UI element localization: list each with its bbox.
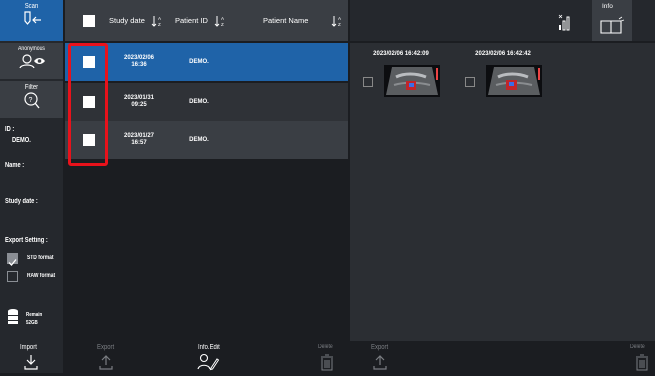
study-date: 2023/02/06: [123, 55, 155, 61]
patient-id-cell: DEMO.: [189, 58, 209, 65]
image-thumbnail[interactable]: 2023/02/06 16:42:09: [351, 43, 451, 105]
anonymous-person-eye-icon: [0, 52, 63, 70]
storage-database-icon: [7, 308, 19, 331]
ultrasound-image: [486, 65, 542, 97]
anonymous-button[interactable]: Anonymous: [0, 43, 63, 79]
svg-text:Z: Z: [338, 22, 341, 27]
export-setting-label: Export Setting :: [5, 237, 48, 244]
search-icon: ?: [0, 91, 63, 111]
sort-az-icon[interactable]: AZ: [151, 14, 163, 27]
scan-button[interactable]: Scan: [0, 0, 63, 41]
delete-label: Delete: [318, 344, 333, 350]
raw-format-label: RAW format: [27, 273, 56, 279]
sort-az-icon[interactable]: AZ: [214, 14, 226, 27]
svg-text:A: A: [338, 16, 341, 21]
patient-id-cell: DEMO.: [189, 136, 209, 143]
delete-images-label: Delete: [630, 344, 645, 350]
id-label: ID :: [5, 126, 15, 133]
book-icon: [599, 16, 625, 41]
check-icon: [8, 259, 17, 266]
patient-name-cell: [229, 83, 344, 121]
study-time: 09:25: [131, 102, 147, 108]
signal-bars-icon[interactable]: [558, 13, 574, 36]
remain-value: 52GB: [26, 320, 38, 326]
delete-button[interactable]: Delete: [310, 341, 346, 373]
thumbnail-checkbox[interactable]: [363, 77, 373, 87]
filter-button[interactable]: Filter ?: [0, 81, 63, 118]
table-empty-area: [65, 159, 348, 341]
svg-text:A: A: [221, 16, 224, 21]
study-time: 16:57: [131, 140, 147, 146]
thumbnail-timestamp: 2023/02/06 16:42:09: [373, 51, 429, 57]
import-arrow-icon: [23, 354, 39, 375]
sort-az-icon[interactable]: AZ: [331, 14, 343, 27]
patient-id-cell: DEMO.: [189, 98, 209, 105]
info-edit-button[interactable]: Info.Edit: [190, 341, 240, 373]
name-label: Name :: [5, 162, 25, 169]
study-date-cell: 2023/01/27 16:57: [109, 121, 169, 159]
left-sidebar: Scan Anonymous Filter ? ID : DEMO. Name …: [0, 0, 63, 341]
std-format-checkbox[interactable]: [7, 253, 18, 266]
svg-text:?: ?: [28, 97, 32, 104]
header-patient-id[interactable]: Patient ID: [175, 0, 208, 41]
select-all-checkbox[interactable]: [83, 15, 95, 27]
export-images-button[interactable]: Export: [368, 341, 408, 373]
export-arrow-icon: [372, 354, 388, 375]
svg-text:Z: Z: [158, 22, 161, 27]
info-button[interactable]: Info: [592, 0, 632, 41]
raw-format-checkbox[interactable]: [7, 271, 18, 282]
std-format-label: STD format: [27, 255, 54, 261]
info-edit-label: Info.Edit: [198, 344, 220, 351]
patient-name-cell: [229, 121, 344, 159]
study-date: 2023/01/27: [123, 133, 155, 139]
export-button[interactable]: Export: [95, 341, 135, 373]
import-label: Import: [20, 344, 37, 351]
info-label: Info: [602, 3, 613, 10]
scan-label: Scan: [24, 3, 39, 10]
ultrasound-image: [384, 65, 440, 97]
import-button[interactable]: Import: [0, 341, 63, 373]
delete-images-button[interactable]: Delete: [620, 341, 655, 373]
study-time: 16:36: [131, 62, 147, 68]
patient-name-cell: [229, 43, 344, 81]
study-date-label: Study date :: [5, 198, 38, 205]
study-date: 2023/01/31: [123, 95, 155, 101]
export-label: Export: [97, 344, 115, 351]
probe-arrow-icon: [0, 10, 63, 28]
svg-text:A: A: [158, 16, 161, 21]
filter-label: Filter: [24, 84, 39, 91]
anonymous-label: Anonymous: [18, 46, 45, 52]
study-date-cell: 2023/02/06 16:36: [109, 43, 169, 81]
image-thumbnail[interactable]: 2023/02/06 16:42:42: [453, 43, 553, 105]
remain-label: Remain: [26, 312, 43, 318]
svg-text:Z: Z: [221, 22, 224, 27]
header-study-date[interactable]: Study date: [109, 0, 145, 41]
thumbnail-timestamp: 2023/02/06 16:42:42: [475, 51, 531, 57]
export-images-label: Export: [371, 344, 389, 351]
id-value: DEMO.: [12, 137, 31, 144]
checkbox-highlight: [68, 43, 108, 166]
header-patient-name[interactable]: Patient Name: [263, 0, 308, 41]
study-date-cell: 2023/01/31 09:25: [109, 83, 169, 121]
thumbnail-checkbox[interactable]: [465, 77, 475, 87]
export-arrow-icon: [98, 354, 114, 375]
study-table-header: Study date AZ Patient ID AZ Patient Name…: [65, 0, 348, 41]
